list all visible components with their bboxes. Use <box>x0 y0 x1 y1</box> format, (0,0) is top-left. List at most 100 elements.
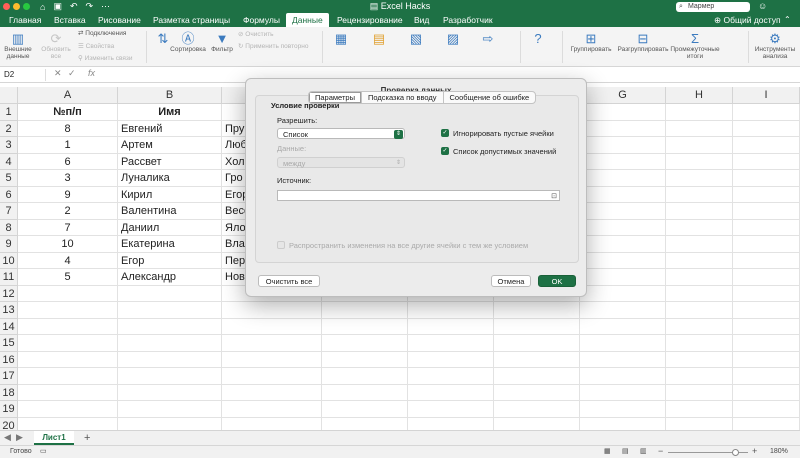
grid-cell[interactable] <box>222 335 322 352</box>
grid-cell[interactable] <box>733 186 800 203</box>
grid-cell[interactable] <box>733 153 800 170</box>
grid-cell[interactable] <box>666 219 733 236</box>
grid-cell[interactable] <box>666 302 733 319</box>
grid-cell[interactable] <box>18 302 118 319</box>
range-picker-icon[interactable]: ⊡ <box>551 192 557 200</box>
row-header[interactable]: 11 <box>0 269 18 286</box>
grid-cell[interactable] <box>18 368 118 385</box>
grid-cell[interactable]: 4 <box>18 252 118 269</box>
grid-cell[interactable]: Кирил <box>118 186 222 203</box>
grid-cell[interactable] <box>666 186 733 203</box>
header-cell[interactable]: №п/п <box>18 104 118 121</box>
flash-fill-button[interactable]: ▤ <box>368 31 390 46</box>
grid-cell[interactable] <box>494 302 580 319</box>
grid-cell[interactable] <box>118 318 222 335</box>
grid-cell[interactable] <box>733 236 800 253</box>
external-data-button[interactable]: ▥ Внешние данные <box>2 31 34 60</box>
grid-cell[interactable] <box>118 384 222 401</box>
grid-cell[interactable] <box>580 302 666 319</box>
grid-cell[interactable] <box>580 203 666 220</box>
grid-cell[interactable] <box>733 170 800 187</box>
grid-cell[interactable] <box>322 351 408 368</box>
grid-cell[interactable] <box>733 219 800 236</box>
column-header[interactable]: B <box>118 87 222 104</box>
row-header[interactable]: 4 <box>0 153 18 170</box>
row-header[interactable]: 1 <box>0 104 18 121</box>
grid-cell[interactable] <box>18 401 118 418</box>
column-header[interactable]: H <box>666 87 733 104</box>
grid-cell[interactable] <box>666 318 733 335</box>
next-sheet-icon[interactable]: ▶ <box>16 432 23 443</box>
grid-cell[interactable] <box>666 170 733 187</box>
grid-cell[interactable] <box>733 104 800 121</box>
tab-view[interactable]: Вид <box>414 13 429 27</box>
grid-cell[interactable] <box>494 384 580 401</box>
grid-cell[interactable] <box>666 120 733 137</box>
row-header[interactable]: 12 <box>0 285 18 302</box>
grid-cell[interactable] <box>580 269 666 286</box>
grid-cell[interactable] <box>18 285 118 302</box>
grid-cell[interactable] <box>666 104 733 121</box>
grid-cell[interactable] <box>580 186 666 203</box>
grid-cell[interactable]: Артем <box>118 137 222 154</box>
grid-cell[interactable] <box>733 302 800 319</box>
grid-cell[interactable] <box>580 219 666 236</box>
grid-cell[interactable]: Даниил <box>118 219 222 236</box>
grid-cell[interactable] <box>118 401 222 418</box>
feedback-icon[interactable]: ☺ <box>758 0 767 13</box>
grid-cell[interactable]: Александр <box>118 269 222 286</box>
grid-cell[interactable] <box>580 104 666 121</box>
page-layout-view-icon[interactable]: ▤ <box>622 447 629 455</box>
zoom-out-button[interactable]: − <box>658 446 663 456</box>
row-header[interactable]: 16 <box>0 351 18 368</box>
function-icon[interactable]: fx <box>88 68 95 78</box>
grid-cell[interactable] <box>733 384 800 401</box>
grid-cell[interactable] <box>733 269 800 286</box>
row-header[interactable]: 9 <box>0 236 18 253</box>
grid-cell[interactable] <box>666 269 733 286</box>
grid-cell[interactable] <box>322 384 408 401</box>
grid-cell[interactable] <box>666 368 733 385</box>
grid-cell[interactable] <box>494 401 580 418</box>
grid-cell[interactable]: 10 <box>18 236 118 253</box>
column-header[interactable]: A <box>18 87 118 104</box>
grid-cell[interactable] <box>666 153 733 170</box>
grid-cell[interactable] <box>118 302 222 319</box>
grid-cell[interactable]: 6 <box>18 153 118 170</box>
grid-cell[interactable] <box>408 368 494 385</box>
row-header[interactable]: 19 <box>0 401 18 418</box>
tab-developer[interactable]: Разработчик <box>443 13 493 27</box>
ungroup-button[interactable]: ⊟ Разгруппировать <box>616 31 670 53</box>
grid-cell[interactable] <box>733 285 800 302</box>
grid-cell[interactable] <box>408 318 494 335</box>
cancel-icon[interactable]: ✕ <box>54 68 62 79</box>
grid-cell[interactable] <box>733 368 800 385</box>
apply-all-checkbox[interactable] <box>277 241 285 249</box>
grid-cell[interactable] <box>118 285 222 302</box>
grid-cell[interactable] <box>733 137 800 154</box>
cancel-button[interactable]: Отмена <box>491 275 531 287</box>
grid-cell[interactable] <box>18 318 118 335</box>
grid-cell[interactable]: 1 <box>18 137 118 154</box>
share-button[interactable]: ⊕ Общий доступ <box>714 13 781 27</box>
grid-cell[interactable] <box>733 351 800 368</box>
grid-cell[interactable]: 3 <box>18 170 118 187</box>
group-button[interactable]: ⊞ Группировать <box>568 31 614 53</box>
search-input[interactable]: ⌕ Мармер <box>676 2 750 12</box>
grid-cell[interactable] <box>580 236 666 253</box>
grid-cell[interactable] <box>580 335 666 352</box>
grid-cell[interactable] <box>322 401 408 418</box>
grid-cell[interactable] <box>580 384 666 401</box>
grid-cell[interactable] <box>580 170 666 187</box>
macro-record-icon[interactable]: ▭ <box>40 447 47 455</box>
grid-cell[interactable] <box>666 335 733 352</box>
row-header[interactable]: 13 <box>0 302 18 319</box>
collapse-ribbon-icon[interactable]: ⌃ <box>784 13 791 27</box>
reapply-button[interactable]: ↻ Применить повторно <box>238 43 308 50</box>
tab-insert[interactable]: Вставка <box>54 13 86 27</box>
zoom-slider-handle[interactable] <box>732 449 739 456</box>
grid-cell[interactable] <box>408 351 494 368</box>
normal-view-icon[interactable]: ▦ <box>604 447 611 455</box>
grid-cell[interactable] <box>580 120 666 137</box>
grid-cell[interactable] <box>666 137 733 154</box>
